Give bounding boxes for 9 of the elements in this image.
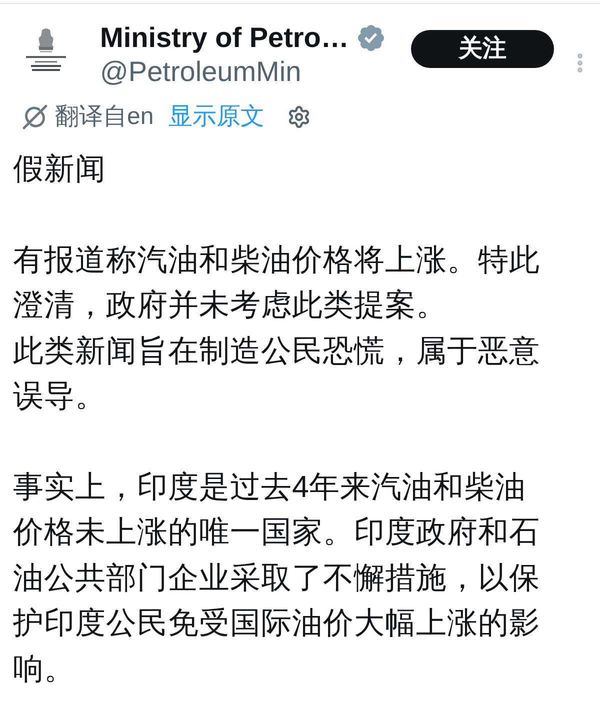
post-paragraph: 有报道称汽油和柴油价格将上涨。特此 澄清，政府并未考虑此类提案。 此类新闻旨在制造公民恐慌，属于恶意 误导。 — [13, 242, 540, 415]
post-paragraph: 事实上，印度是过去4年来汽油和柴油 价格未上涨的唯一国家。印度政府和石 油公共部门企业采取了不懈措施，以保 护印度公民免受国际油价大幅上涨的影 响。 — [13, 468, 540, 688]
account-name[interactable]: Ministry of Petro… — [100, 21, 349, 55]
post-paragraph: 假新闻 — [13, 151, 106, 188]
translated-from-label: 翻译自en — [55, 103, 154, 131]
settings-icon[interactable] — [286, 105, 311, 129]
translate-icon — [22, 104, 48, 130]
account-handle[interactable]: @PetroleumMin — [100, 55, 384, 89]
follow-button[interactable]: 关注 — [411, 30, 554, 68]
